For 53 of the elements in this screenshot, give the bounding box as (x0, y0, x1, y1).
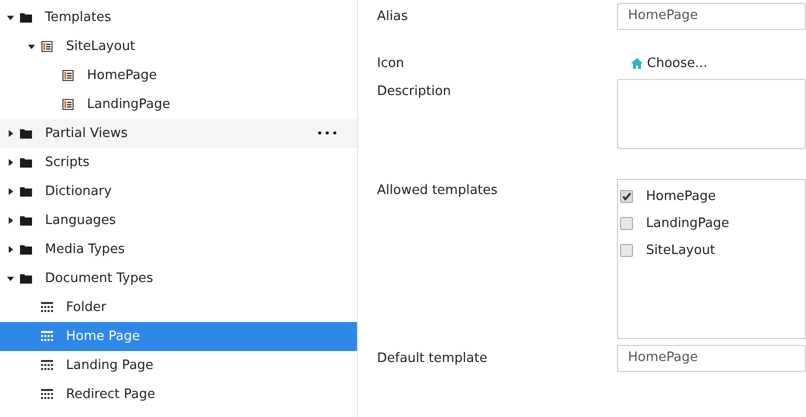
grid-icon (41, 360, 53, 371)
checkbox[interactable] (620, 244, 633, 257)
checkbox[interactable] (620, 217, 633, 230)
layout-icon (62, 99, 74, 110)
tree-item[interactable]: Dictionary (0, 177, 357, 206)
field-label: Allowed templates (377, 182, 499, 200)
description-field[interactable] (617, 79, 806, 149)
tree-item[interactable]: Scripts (0, 148, 357, 177)
tree-item[interactable]: Media Types (0, 235, 357, 264)
layout-icon (41, 41, 53, 52)
field-label: Default template (377, 351, 488, 366)
caret-right-icon[interactable] (7, 246, 14, 253)
tree-item[interactable]: LandingPage (0, 90, 357, 119)
field-label: Alias (377, 9, 409, 24)
folder-icon (20, 186, 32, 197)
folder-icon (20, 273, 32, 284)
field-label: Icon (377, 56, 406, 71)
folder-icon (20, 157, 32, 168)
folder-icon (20, 12, 32, 23)
tree-item[interactable]: Templates (0, 3, 357, 32)
field-label: Description (377, 83, 452, 101)
alias-field[interactable]: HomePage (617, 3, 806, 30)
tree-item[interactable]: Languages (0, 206, 357, 235)
grid-icon (41, 302, 53, 313)
caret-down-icon[interactable] (7, 14, 14, 21)
checkbox-label: LandingPage (646, 216, 730, 231)
grid-icon (41, 331, 53, 342)
folder-icon (20, 244, 32, 255)
checkbox-label: HomePage (646, 189, 716, 204)
tree-item[interactable]: Document Types (0, 264, 357, 293)
house-icon (631, 58, 643, 69)
layout-icon (62, 70, 74, 81)
tree-item[interactable]: SiteLayout (0, 32, 357, 61)
checkbox[interactable] (620, 190, 633, 203)
more-button[interactable]: ••• (316, 127, 339, 140)
tree-item[interactable]: Landing Page (0, 351, 357, 380)
folder-icon (20, 215, 32, 226)
tree-item[interactable]: Partial Views ••• (0, 119, 357, 148)
grid-icon (41, 389, 53, 400)
default-template-field[interactable]: HomePage (617, 345, 806, 372)
choose-icon-button[interactable]: Choose... (617, 56, 708, 71)
tree-item[interactable]: Folder (0, 293, 357, 322)
caret-right-icon[interactable] (7, 188, 14, 195)
folder-icon (20, 128, 32, 139)
tree-item[interactable]: HomePage (0, 61, 357, 90)
tree-item[interactable]: Redirect Page (0, 380, 357, 409)
caret-right-icon[interactable] (7, 130, 14, 137)
caret-right-icon[interactable] (7, 159, 14, 166)
caret-right-icon[interactable] (7, 217, 14, 224)
caret-down-icon[interactable] (7, 275, 14, 282)
caret-down-icon[interactable] (28, 43, 35, 50)
checkbox-label: SiteLayout (646, 243, 716, 258)
tree-item[interactable]: Home Page (0, 322, 357, 351)
